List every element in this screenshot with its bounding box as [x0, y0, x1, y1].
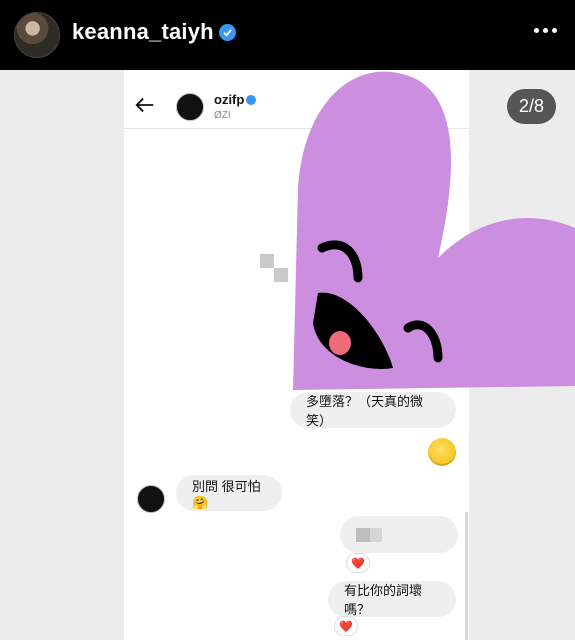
message-sender-avatar: [137, 485, 165, 513]
censor-pixel: [370, 527, 382, 542]
censor-pixel: [356, 527, 370, 542]
censor-pixel: [260, 254, 274, 268]
scrollbar: [465, 512, 468, 640]
dm-contact-avatar: [176, 93, 204, 121]
heart-reaction-icon[interactable]: ❤️: [334, 616, 358, 636]
verified-badge-icon: [219, 24, 236, 41]
purple-heart-face-sticker: [293, 71, 575, 391]
profile-avatar[interactable]: [14, 12, 60, 58]
post-header: keanna_taiyh: [0, 0, 575, 70]
more-options-icon[interactable]: [534, 28, 557, 33]
dm-contact-name: ozifp: [214, 92, 245, 107]
censor-pixel: [274, 268, 288, 282]
heart-reaction-icon[interactable]: ❤️: [346, 553, 370, 573]
message-bubble-sent-censored: [340, 516, 458, 553]
smile-emoji-icon: [428, 438, 456, 466]
message-bubble-sent: 多墮落？（天真的微笑）: [290, 392, 456, 428]
verified-badge-icon: [246, 95, 256, 105]
message-bubble-sent: 有比你的詞壞嗎？: [328, 581, 456, 617]
username[interactable]: keanna_taiyh: [72, 19, 214, 45]
dm-contact-subtitle: ØZI: [214, 110, 231, 121]
message-bubble-received: 別問 很可怕🤗: [176, 475, 282, 511]
back-arrow-icon: [135, 97, 154, 113]
